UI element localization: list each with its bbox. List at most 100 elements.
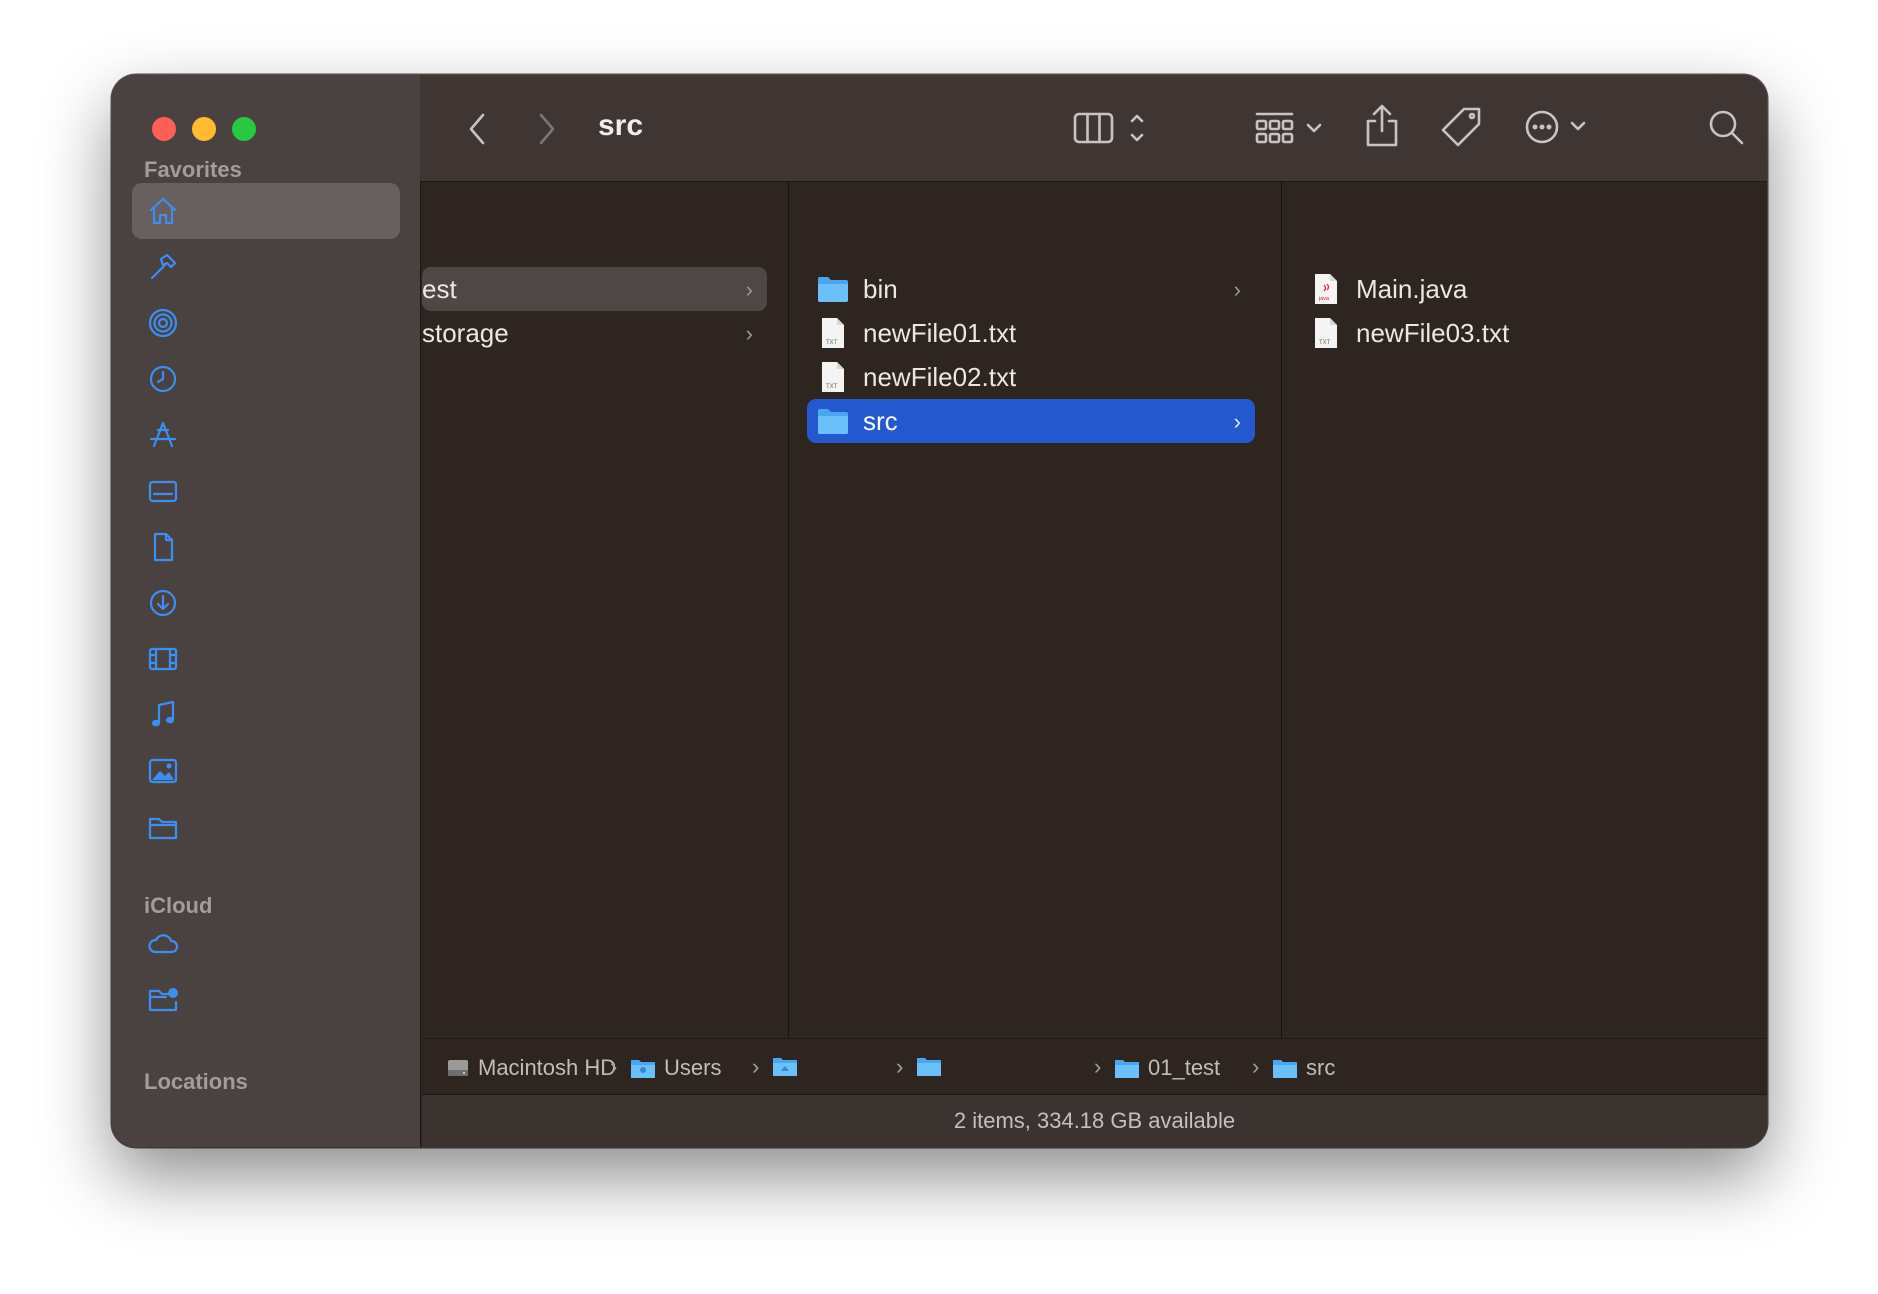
sidebar-item-shared[interactable] [132,971,400,1027]
column-row-bin[interactable]: bin › [807,267,1255,311]
documents-icon [153,532,174,562]
path-label: src [1306,1055,1336,1080]
chevron-right-icon: › [745,277,753,302]
path-label: Macintosh HD [478,1055,617,1080]
svg-text:TXT: TXT [826,384,838,390]
tag-icon [1441,107,1481,147]
back-button[interactable] [460,109,494,149]
developer-hammer-icon [150,253,177,280]
column-row-est[interactable]: est › [422,267,767,311]
home-folder-icon [773,1058,797,1076]
chevron-right-icon: › [745,321,753,346]
sidebar-item-recents[interactable] [132,351,400,407]
column-row-storage[interactable]: storage › [422,311,767,355]
tag-button[interactable] [1440,105,1484,149]
sidebar-item-desktop[interactable] [132,463,400,519]
folder-icon [917,1058,941,1076]
path-item-01-test[interactable]: 01_test [1114,1055,1220,1081]
column-row-newfile01[interactable]: TXT newFile01.txt [807,311,1255,355]
column-row-newfile03[interactable]: TXT newFile03.txt [1300,311,1720,355]
downloads-icon [149,589,177,617]
hard-drive-icon [448,1060,468,1076]
airdrop-icon [148,308,178,338]
row-label: bin [863,273,898,304]
group-button[interactable] [1252,107,1328,149]
column-2: bin › TXT newFile01.txt TXT newFile02.tx… [788,182,1281,1038]
txt-file-icon: TXT [817,361,849,393]
column-row-src[interactable]: src › [807,399,1255,443]
path-item-users[interactable]: Users [630,1055,721,1081]
folder-icon [148,817,178,840]
sidebar-item-folder[interactable] [132,799,400,855]
folder-icon [817,273,849,305]
path-separator-icon: › [752,1054,760,1079]
path-item-folder[interactable] [916,1055,950,1077]
sidebar-item-documents[interactable] [132,519,400,575]
path-item-src[interactable]: src [1272,1055,1335,1081]
sidebar-item-icloud-drive[interactable] [132,915,400,971]
sidebar-item-home[interactable] [132,183,400,239]
zoom-button[interactable] [232,117,256,141]
sidebar-item-developer[interactable] [132,239,400,295]
sidebar-item-airdrop[interactable] [132,295,400,351]
sidebar-item-music[interactable] [132,687,400,743]
java-file-icon: java [1310,273,1342,305]
path-separator-icon: › [1094,1054,1102,1079]
shared-folder-icon [148,988,178,1012]
folder-icon [1273,1060,1297,1078]
window-title: src [598,109,644,142]
column-row-main-java[interactable]: java Main.java [1300,267,1720,311]
path-item-home[interactable] [772,1055,806,1077]
view-mode-button[interactable] [1072,107,1156,149]
recents-clock-icon [149,365,177,393]
row-label: storage [422,317,509,348]
share-button[interactable] [1362,103,1402,149]
group-grid-icon [1255,112,1322,144]
music-icon [152,700,175,727]
row-label: est [422,273,457,304]
minimize-button[interactable] [192,117,216,141]
folder-icon [817,405,849,437]
column-row-newfile02[interactable]: TXT newFile02.txt [807,355,1255,399]
svg-text:java: java [1318,296,1330,302]
sidebar-item-pictures[interactable] [132,743,400,799]
sidebar-item-applications[interactable] [132,407,400,463]
forward-button[interactable] [530,109,564,149]
home-icon [149,197,177,225]
folder-icon [631,1060,655,1078]
path-separator-icon: › [1252,1054,1260,1079]
close-button[interactable] [152,117,176,141]
search-button[interactable] [1706,107,1746,147]
status-bar: 2 items, 334.18 GB available [422,1094,1767,1147]
row-label: newFile02.txt [863,361,1017,392]
icloud-drive-icon [148,934,179,954]
chevron-right-icon: › [1233,277,1241,302]
row-label: src [863,405,898,436]
path-label: Users [664,1055,722,1080]
row-label: newFile01.txt [863,317,1017,348]
row-label: newFile03.txt [1356,317,1510,348]
txt-file-icon: TXT [1310,317,1342,349]
column-browser: est › storage › bin › TXT newFile01.txt [422,182,1767,1038]
sidebar-item-movies[interactable] [132,631,400,687]
applications-icon [149,421,177,448]
path-separator-icon: › [896,1054,904,1079]
sidebar-section-locations: Locations [144,1069,248,1094]
path-separator-icon: › [610,1054,618,1079]
finder-window: Favorites iCloud Locations src est › sto… [112,75,1767,1147]
toolbar: src [420,75,1767,182]
more-button[interactable] [1520,105,1596,149]
window-controls [152,117,256,141]
desktop-icon [148,480,178,503]
path-item-macintosh-hd[interactable]: Macintosh HD [446,1055,616,1081]
row-label: Main.java [1356,273,1468,304]
more-ellipsis-icon [1525,110,1586,144]
column-1: est › storage › [422,182,787,1038]
sidebar-section-favorites: Favorites [144,157,242,182]
search-icon [1709,110,1744,145]
sidebar-item-downloads[interactable] [132,575,400,631]
folder-icon [1115,1060,1139,1078]
svg-text:TXT: TXT [826,340,838,346]
column-view-icon [1073,112,1144,144]
path-bar: Macintosh HD › Users › › › 01_test › src [422,1038,1767,1095]
